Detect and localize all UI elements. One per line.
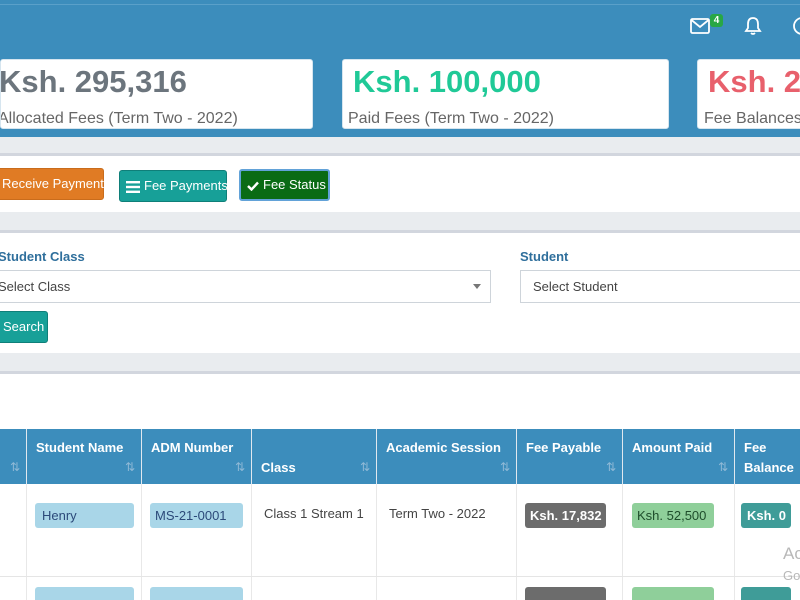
stat-balances-value: Ksh. 2 [708,64,800,99]
table-header: ⇅ Student Name ⇅ ADM Number ⇅ Class ⇅ Ac… [0,429,800,484]
table-cell-class: Class 1 Stream 1 [252,484,377,576]
table-cell-session [377,577,517,600]
stat-paid-fees: Ksh. 100,000 Paid Fees (Term Two - 2022) [342,59,669,129]
table-cell-student-name: Henry [27,484,142,576]
header-label: Class [261,460,296,475]
fee-payments-button[interactable]: Fee Payments [119,170,228,202]
mail-badge: 4 [710,14,723,27]
header-divider [0,4,800,5]
actions-panel: Receive Payment Fee Payments Fee Status [0,153,800,212]
table-header-adm-number[interactable]: ADM Number ⇅ [142,429,252,484]
student-class-label: Student Class [0,249,85,264]
adm-number-badge [150,587,243,600]
sort-icon: ⇅ [124,460,135,474]
fee-balance-badge [741,587,791,600]
stat-allocated-value: Ksh. 295,316 [0,64,187,99]
receive-payment-label: Receive Payment [2,176,104,191]
table-header-amount-paid[interactable]: Amount Paid ⇅ [623,429,735,484]
user-icon[interactable] [792,16,800,36]
sort-icon: ⇅ [359,460,370,474]
student-class-select[interactable]: Select Class [0,270,491,303]
sort-icon: ⇅ [605,460,616,474]
table-header-fee-balance[interactable]: Fee Balance [735,429,800,484]
header-label: Amount Paid [632,440,713,455]
session-text: Term Two - 2022 [389,506,486,521]
table-row [0,577,800,600]
stat-fee-balances: Ksh. 2 Fee Balances [697,59,800,129]
header-band: 4 Ksh. 295,316 Allocated Fees (Term Two … [0,0,800,137]
search-label: Search [3,319,45,334]
header-label: Student Name [36,440,124,455]
check-icon [247,181,259,191]
table-cell-fee-payable [517,577,623,600]
fee-status-button[interactable]: Fee Status [239,169,330,201]
activation-watermark: Ac Go [783,543,800,587]
table-row: Henry MS-21-0001 Class 1 Stream 1 Term T… [0,484,800,577]
student-select[interactable]: Select Student [520,270,800,303]
header-label: Fee Payable [526,440,602,455]
bell-icon[interactable] [744,16,762,36]
table-cell-adm-number [142,577,252,600]
filter-panel: Student Class Select Class Student Selec… [0,230,800,353]
table-cell-fee-payable: Ksh. 17,832 [517,484,623,576]
stat-paid-value: Ksh. 100,000 [353,64,541,99]
stat-paid-label: Paid Fees (Term Two - 2022) [348,110,555,127]
header-label: ADM Number [151,440,234,455]
fee-payable-badge: Ksh. 17,832 [525,503,606,528]
table-header-academic-session[interactable]: Academic Session ⇅ [377,429,517,484]
header-label: Fee Balance [744,440,794,475]
class-text: Class 1 Stream 1 [264,506,364,521]
caret-down-icon [473,284,481,289]
amount-paid-badge: Ksh. 52,500 [632,503,714,528]
sort-icon: ⇅ [234,460,245,474]
watermark-line1: Ac [783,544,800,563]
stat-allocated-label: Allocated Fees (Term Two - 2022) [0,110,238,127]
student-name-badge[interactable]: Henry [35,503,134,528]
sort-icon: ⇅ [717,460,728,474]
stat-balances-label: Fee Balances [704,110,800,127]
fee-status-table: ⇅ Student Name ⇅ ADM Number ⇅ Class ⇅ Ac… [0,371,800,600]
receive-payment-button[interactable]: Receive Payment [0,168,104,200]
table-header-student-name[interactable]: Student Name ⇅ [27,429,142,484]
table-header-class[interactable]: Class ⇅ [252,429,377,484]
stat-allocated-fees: Ksh. 295,316 Allocated Fees (Term Two - … [0,59,313,129]
list-icon [126,180,140,193]
header-label: Academic Session [386,440,501,455]
sort-icon: ⇅ [9,460,20,474]
table-cell-student-name [27,577,142,600]
fee-payable-badge [525,587,606,600]
student-class-value: Select Class [0,279,71,294]
fee-status-label: Fee Status [263,177,326,192]
student-label: Student [520,249,569,264]
student-value: Select Student [533,279,618,294]
table-cell-index [0,577,27,600]
sort-icon: ⇅ [499,460,510,474]
table-cell-index [0,484,27,576]
table-cell-amount-paid: Ksh. 52,500 [623,484,735,576]
table-header-fee-payable[interactable]: Fee Payable ⇅ [517,429,623,484]
table-cell-adm-number: MS-21-0001 [142,484,252,576]
fee-balance-badge: Ksh. 0 [741,503,791,528]
watermark-line2: Go [783,568,800,583]
amount-paid-badge [632,587,714,600]
search-button[interactable]: Search [0,311,48,343]
mail-icon[interactable] [690,18,710,34]
adm-number-badge: MS-21-0001 [150,503,243,528]
fee-payments-label: Fee Payments [144,178,228,193]
table-cell-class [252,577,377,600]
table-cell-amount-paid [623,577,735,600]
student-name-badge[interactable] [35,587,134,600]
table-header-index[interactable]: ⇅ [0,429,27,484]
table-cell-session: Term Two - 2022 [377,484,517,576]
